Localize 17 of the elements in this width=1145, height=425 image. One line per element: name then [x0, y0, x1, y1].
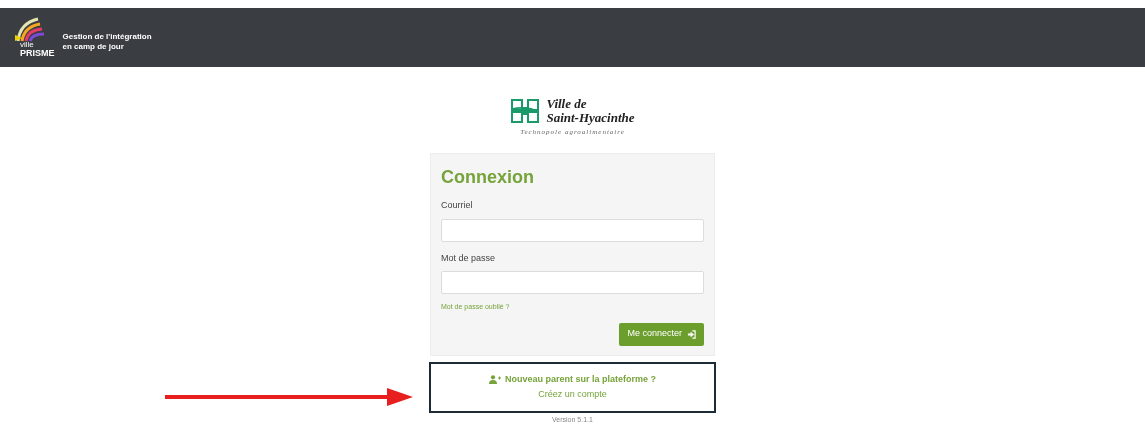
- sign-in-icon: [687, 329, 696, 339]
- create-account-link[interactable]: Créez un compte: [538, 388, 607, 402]
- password-label: Mot de passe: [441, 251, 497, 265]
- user-plus-icon: [488, 374, 501, 384]
- header-subtitle: en camp de jour: [62, 42, 125, 53]
- email-field[interactable]: [441, 218, 704, 242]
- signup-question: Nouveau parent sur la plateforme ?: [504, 372, 656, 386]
- brand-text: PRISME: [20, 48, 55, 58]
- password-field[interactable]: [441, 271, 704, 294]
- email-label: Courriel: [441, 199, 474, 212]
- login-title: Connexion: [441, 166, 535, 189]
- city-name-line: Saint-Hyacinthe: [546, 110, 635, 125]
- login-button[interactable]: Me connecter: [619, 322, 704, 346]
- header-title: Gestion de l'intégration: [62, 32, 152, 43]
- brand-small-text: ville: [20, 40, 35, 49]
- city-name-line: Ville de: [546, 96, 588, 111]
- city-logo-icon: [510, 97, 541, 124]
